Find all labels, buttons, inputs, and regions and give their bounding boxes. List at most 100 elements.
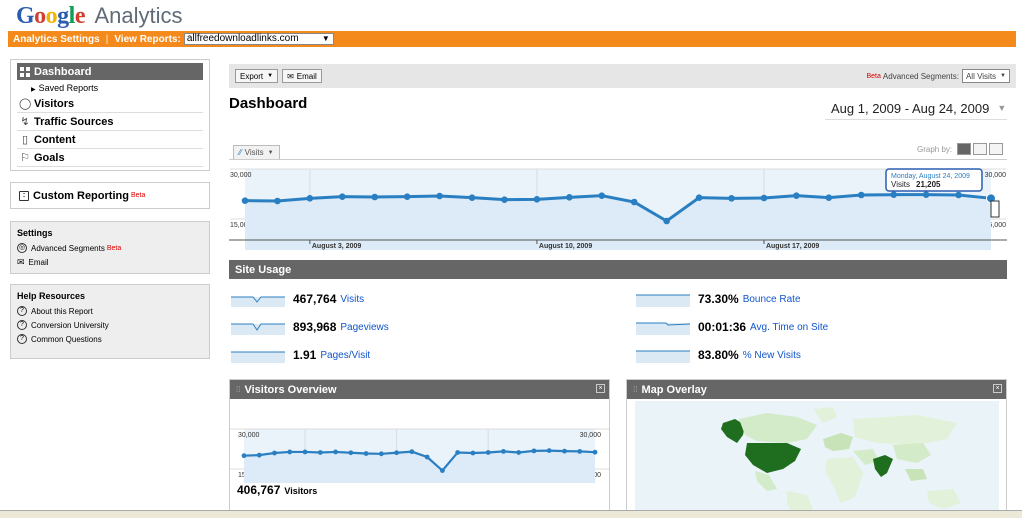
drag-handle-icon[interactable]: ⁞⁞ [236, 385, 240, 394]
visits-chart[interactable]: 30,00015,00030,00015,000August 3, 2009 Au… [229, 159, 1007, 250]
email-link[interactable]: ✉ Email [17, 255, 203, 269]
analytics-settings-link[interactable]: Analytics Settings [13, 34, 100, 45]
advanced-segments-label: Advanced Segments: [882, 71, 959, 81]
metric-value: 467,764 [293, 292, 337, 306]
nav-traffic-sources[interactable]: ↯ Traffic Sources [17, 113, 203, 131]
series-area [245, 194, 991, 250]
line-chart-icon: ⁄⁄ [239, 148, 242, 157]
x-tick-label: August 17, 2009 [766, 243, 819, 250]
data-point [256, 452, 262, 458]
data-point [955, 191, 962, 199]
envelope-icon: ✉ [287, 71, 294, 81]
segment-select[interactable]: All Visits ▼ [961, 69, 1010, 83]
metric-visits[interactable]: 467,764 Visits [231, 289, 364, 309]
sparkline-pages-visit [231, 351, 285, 363]
metric-pageviews[interactable]: 893,968 Pageviews [231, 317, 389, 337]
nav-dashboard[interactable]: Dashboard [17, 63, 203, 80]
help-heading: Help Resources [17, 291, 86, 301]
data-point [424, 454, 430, 460]
data-point [470, 450, 476, 456]
nav-goals-label: Goals [34, 151, 65, 164]
close-icon[interactable]: × [596, 384, 605, 393]
dashboard-icon [20, 66, 30, 77]
map-overlay-header[interactable]: ⁞⁞ Map Overlay × [627, 380, 1006, 399]
visitors-overview-widget: ⁞⁞ Visitors Overview × 30,00015,00030,00… [229, 379, 610, 518]
export-button[interactable]: Export ▼ [235, 69, 279, 83]
email-label: Email [296, 71, 317, 81]
nav-content[interactable]: ▯ Content [17, 131, 203, 149]
metric-label[interactable]: Bounce Rate [743, 294, 801, 305]
data-point [577, 449, 583, 454]
data-point [531, 448, 537, 454]
advanced-segments: Beta Advanced Segments: All Visits ▼ [865, 69, 1010, 83]
chevron-down-icon: ▼ [267, 149, 274, 156]
visitors-label: Visitors [284, 486, 318, 496]
graph-by-week-button[interactable] [973, 143, 988, 155]
email-button[interactable]: ✉ Email [282, 69, 322, 83]
graph-by-month-button[interactable] [989, 143, 1004, 155]
nav-saved-reports[interactable]: ▶ Saved Reports [17, 80, 203, 95]
metric-label[interactable]: Visits [340, 294, 364, 305]
data-point [922, 191, 930, 198]
data-point [630, 198, 638, 206]
logo-google: Google [16, 3, 86, 29]
settings-heading: Settings [17, 228, 53, 238]
data-point [317, 450, 323, 455]
graph-by: Graph by: [917, 143, 1004, 155]
chevron-down-icon: ▼ [997, 103, 1007, 113]
advanced-segments-label: Advanced Segments [31, 243, 105, 253]
metric-new-visits[interactable]: 83.80% % New Visits [636, 345, 801, 365]
world-map[interactable] [627, 399, 1006, 517]
nav-custom-reporting[interactable]: : Custom Reporting Beta [10, 182, 210, 209]
y-tick-label: 30,000 [238, 432, 260, 439]
metric-label[interactable]: Avg. Time on Site [750, 322, 828, 333]
tooltip-date: Monday, August 24, 2009 [891, 173, 970, 180]
metric-bounce-rate[interactable]: 73.30% Bounce Rate [636, 289, 801, 309]
metric-pages-visit[interactable]: 1.91 Pages/Visit [231, 345, 370, 365]
metric-select-label: Visits [244, 148, 264, 157]
metric-select-tab[interactable]: ⁄⁄ Visits ▼ [233, 145, 280, 159]
report-nav: Dashboard ▶ Saved Reports ◯ Visitors ↯ Traf… [10, 59, 210, 171]
help-link-questions[interactable]: ? Common Questions [17, 332, 203, 346]
advanced-segments-link[interactable]: ◎ Advanced Segments Beta [17, 241, 203, 255]
nav-goals[interactable]: ⚐ Goals [17, 149, 203, 167]
nav-visitors[interactable]: ◯ Visitors [17, 95, 203, 113]
site-select[interactable]: allfreedownloadlinks.com ▼ [183, 33, 334, 45]
visitors-chart[interactable]: 30,00015,00030,00015,000 [230, 399, 609, 483]
metric-avg-time[interactable]: 00:01:36 Avg. Time on Site [636, 317, 828, 337]
site-select-value: allfreedownloadlinks.com [186, 33, 299, 44]
drag-handle-icon[interactable]: ⁞⁞ [633, 385, 637, 394]
metric-label[interactable]: Pageviews [340, 322, 388, 333]
close-icon[interactable]: × [993, 384, 1002, 393]
help-link-conversion[interactable]: ? Conversion University [17, 318, 203, 332]
nav-content-label: Content [34, 133, 76, 146]
metric-label[interactable]: % New Visits [743, 350, 801, 361]
data-point [566, 194, 573, 201]
envelope-icon: ✉ [17, 256, 25, 267]
y-tick-label: 30,000 [985, 172, 1007, 179]
sparkline-visits [231, 296, 285, 307]
help-icon: ? [17, 334, 27, 344]
help-icon: ? [17, 320, 27, 330]
nav-saved-reports-label: Saved Reports [38, 83, 99, 93]
sparkline-avg-time [636, 322, 690, 335]
visitors-overview-header[interactable]: ⁞⁞ Visitors Overview × [230, 380, 609, 399]
metric-label[interactable]: Pages/Visit [320, 350, 370, 361]
help-link-about[interactable]: ? About this Report [17, 304, 203, 318]
data-point [760, 194, 768, 202]
data-point [241, 453, 247, 459]
tooltip-value: 21,205 [916, 180, 941, 189]
sparkline-bounce-rate [636, 294, 690, 307]
triangle-right-icon: ▶ [31, 87, 36, 93]
settings-bar: Analytics Settings | View Reports: allfr… [8, 31, 1016, 47]
sparkline-new-visits [636, 350, 690, 363]
traffic-icon: ↯ [20, 116, 30, 128]
metric-value: 00:01:36 [698, 320, 747, 334]
data-point [592, 449, 598, 455]
logo-analytics: Analytics [94, 3, 183, 28]
help-box: Help Resources ? About this Report ? Conve… [10, 284, 210, 359]
data-point [695, 194, 703, 201]
graph-by-day-button[interactable] [957, 143, 972, 155]
date-range-picker[interactable]: Aug 1, 2009 - Aug 24, 2009 ▼ [825, 97, 1007, 120]
google-analytics-logo[interactable]: Google Analytics [16, 3, 183, 31]
